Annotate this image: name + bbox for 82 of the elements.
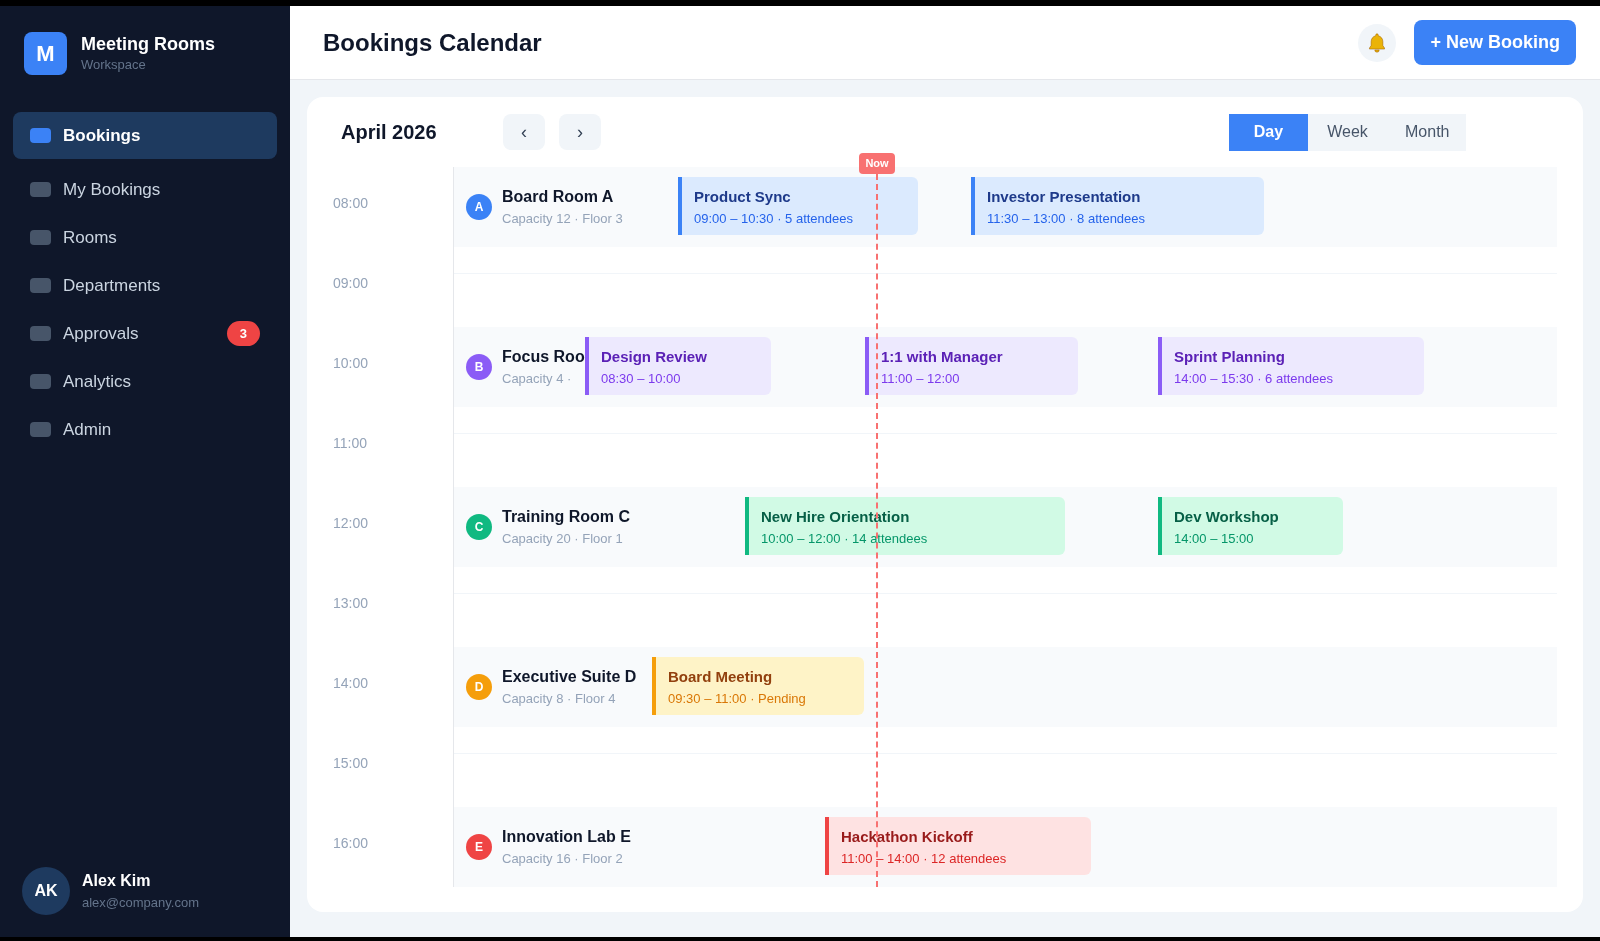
- hour-label: 11:00: [333, 435, 367, 451]
- booking-block[interactable]: Sprint Planning 14:00 – 15:30 · 6 attendees: [1158, 337, 1424, 395]
- booking-details: 10:00 – 12:00 · 14 attendees: [761, 529, 929, 548]
- room-details: Capacity 12 · Floor 3: [502, 210, 623, 229]
- app-logo: M: [24, 32, 67, 75]
- hour-label: 08:00: [333, 195, 369, 211]
- booking-block[interactable]: Hackathon Kickoff 11:00 – 14:00 · 12 attendees: [825, 817, 1091, 875]
- user-email: alex@company.com: [82, 894, 199, 913]
- nav-icon: [30, 278, 51, 293]
- booking-block[interactable]: Design Review 08:30 – 10:00: [585, 337, 771, 395]
- booking-title: Investor Presentation: [987, 187, 1142, 207]
- booking-details: 11:30 – 13:00 · 8 attendees: [987, 209, 1147, 228]
- app-subtitle: Workspace: [81, 56, 147, 74]
- booking-title: Hackathon Kickoff: [841, 827, 974, 847]
- nav-icon: [30, 128, 51, 143]
- room-details: Capacity 16 · Floor 2: [502, 850, 624, 869]
- previous-button[interactable]: ‹: [503, 114, 545, 150]
- room-details: Capacity 20 · Floor 1: [502, 530, 624, 549]
- hour-label: 12:00: [333, 515, 369, 531]
- nav-item[interactable]: Approvals 3: [13, 310, 277, 357]
- nav-icon: [30, 422, 51, 437]
- booking-block[interactable]: Board Meeting 09:30 – 11:00 · Pending: [652, 657, 864, 715]
- month-title: April 2026: [340, 120, 438, 145]
- nav-item[interactable]: Departments: [13, 262, 277, 309]
- count-badge: 3: [226, 320, 260, 347]
- new-booking-button[interactable]: + New Booking: [1414, 20, 1576, 65]
- now-tag: Now: [859, 153, 895, 174]
- nav-icon: [30, 230, 51, 245]
- nav-item[interactable]: Admin: [13, 406, 277, 453]
- hour-label: 16:00: [333, 835, 369, 851]
- hour-label: 15:00: [333, 755, 369, 771]
- booking-block[interactable]: Product Sync 09:00 – 10:30 · 5 attendees: [678, 177, 918, 235]
- room-marker: E: [466, 834, 492, 860]
- view-tab[interactable]: Month: [1387, 113, 1466, 151]
- view-tab[interactable]: Day: [1229, 113, 1308, 151]
- nav-item[interactable]: Rooms: [13, 214, 277, 261]
- booking-title: Product Sync: [694, 187, 792, 207]
- room-name: Training Room C: [502, 507, 630, 528]
- nav-item[interactable]: Bookings: [13, 112, 277, 159]
- booking-block[interactable]: 1:1 with Manager 11:00 – 12:00: [865, 337, 1078, 395]
- booking-block[interactable]: New Hire Orientation 10:00 – 12:00 · 14 attendees: [745, 497, 1065, 555]
- room-name: Innovation Lab E: [502, 827, 631, 848]
- booking-details: 09:30 – 11:00 · Pending: [668, 689, 807, 708]
- room-name: Executive Suite D: [502, 667, 637, 688]
- room-marker: A: [466, 194, 492, 220]
- nav-item[interactable]: My Bookings: [13, 166, 277, 213]
- booking-title: Design Review: [601, 347, 708, 367]
- booking-title: New Hire Orientation: [761, 507, 911, 527]
- room-details: Capacity 8 · Floor 4: [502, 690, 617, 709]
- app-name: Meeting Rooms: [81, 32, 215, 55]
- notifications-button[interactable]: [1358, 23, 1397, 62]
- booking-block[interactable]: Investor Presentation 11:30 – 13:00 · 8 attendees: [971, 177, 1264, 235]
- view-tab[interactable]: Week: [1308, 113, 1387, 151]
- booking-title: Sprint Planning: [1174, 347, 1286, 367]
- booking-block[interactable]: Dev Workshop 14:00 – 15:00: [1158, 497, 1343, 555]
- nav-icon: [30, 326, 51, 341]
- booking-title: Board Meeting: [668, 667, 774, 687]
- booking-title: 1:1 with Manager: [881, 347, 1004, 367]
- room-marker: B: [466, 354, 492, 380]
- booking-details: 09:00 – 10:30 · 5 attendees: [694, 209, 854, 228]
- user-name: Alex Kim: [82, 871, 152, 892]
- hour-label: 09:00: [333, 275, 369, 291]
- booking-details: 11:00 – 12:00: [881, 369, 961, 388]
- page-title: Bookings Calendar: [323, 27, 542, 58]
- hour-label: 14:00: [333, 675, 369, 691]
- hour-label: 10:00: [333, 355, 369, 371]
- user-avatar: AK: [22, 867, 70, 915]
- nav-item[interactable]: Analytics: [13, 358, 277, 405]
- nav-icon: [30, 374, 51, 389]
- booking-details: 14:00 – 15:00: [1174, 529, 1255, 548]
- booking-details: 11:00 – 14:00 · 12 attendees: [841, 849, 1008, 868]
- room-marker: C: [466, 514, 492, 540]
- next-button[interactable]: ›: [559, 114, 601, 150]
- booking-details: 14:00 – 15:30 · 6 attendees: [1174, 369, 1334, 388]
- nav-icon: [30, 182, 51, 197]
- room-name: Board Room A: [502, 187, 615, 208]
- booking-details: 08:30 – 10:00: [601, 369, 682, 388]
- hour-label: 13:00: [333, 595, 369, 611]
- room-name: Focus Roo: [502, 347, 585, 368]
- room-details: Capacity 4 ·: [502, 370, 573, 389]
- room-marker: D: [466, 674, 492, 700]
- booking-title: Dev Workshop: [1174, 507, 1280, 527]
